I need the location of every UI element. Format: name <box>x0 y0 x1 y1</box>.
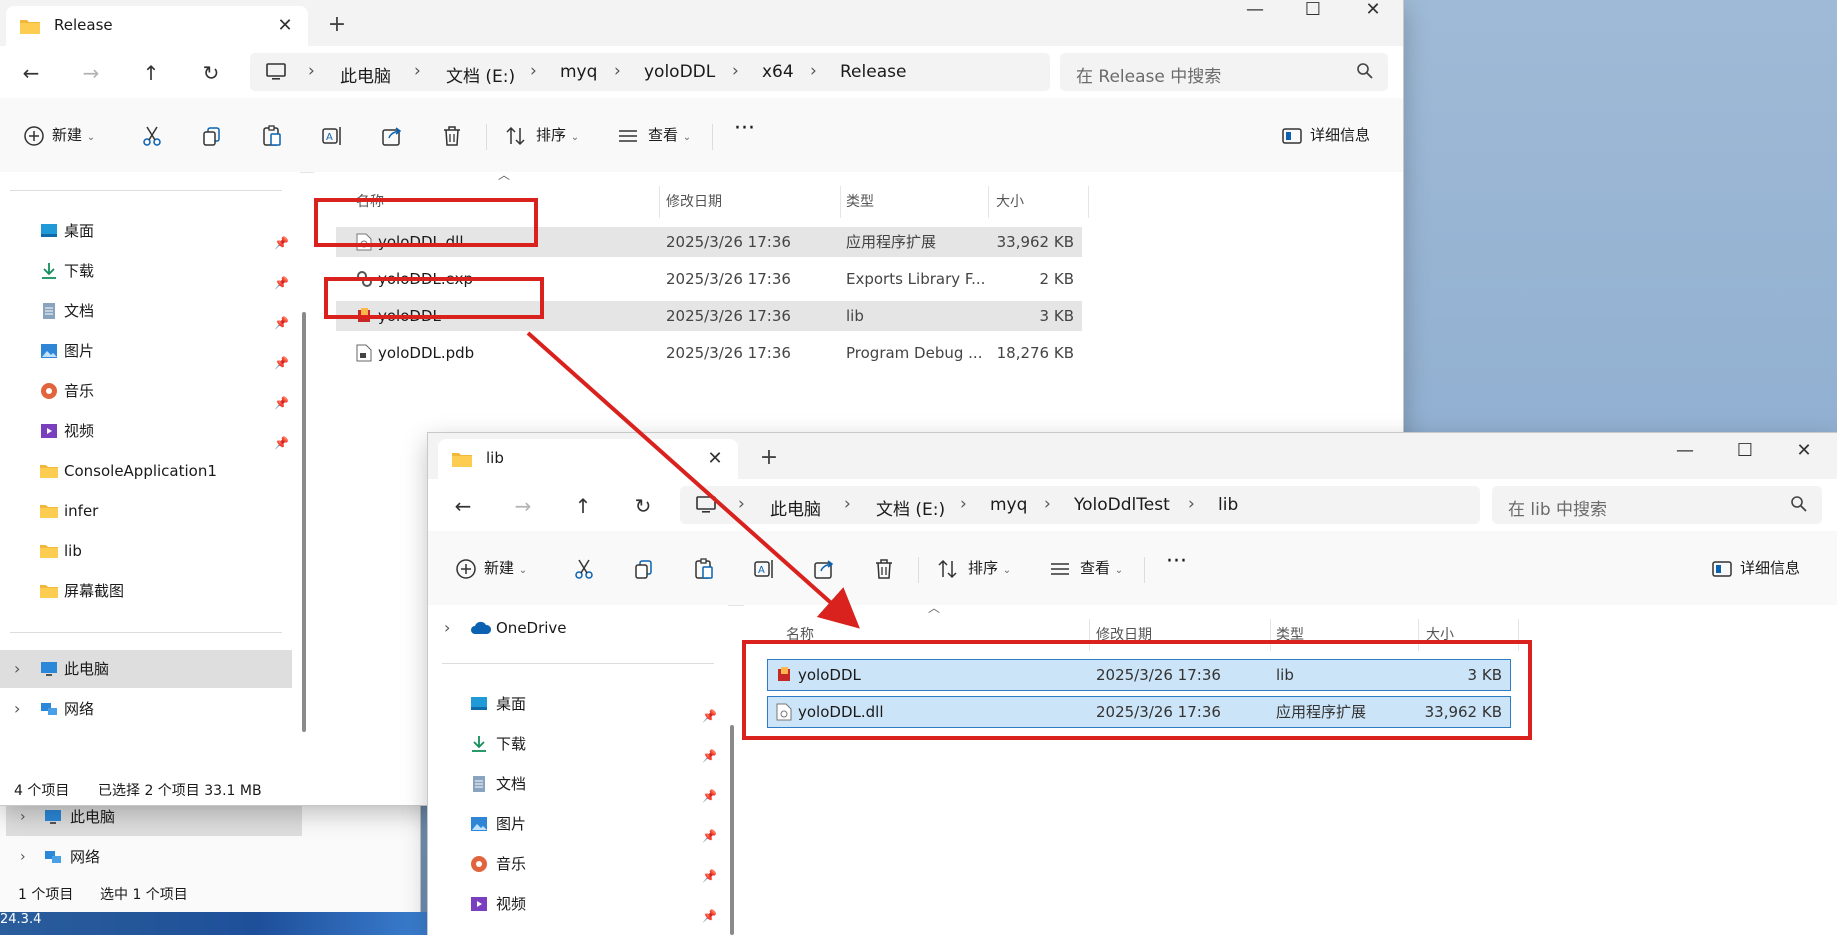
watermark: CSDN @zhizhimei <box>1558 884 1826 919</box>
annotation-arrow <box>526 331 860 629</box>
